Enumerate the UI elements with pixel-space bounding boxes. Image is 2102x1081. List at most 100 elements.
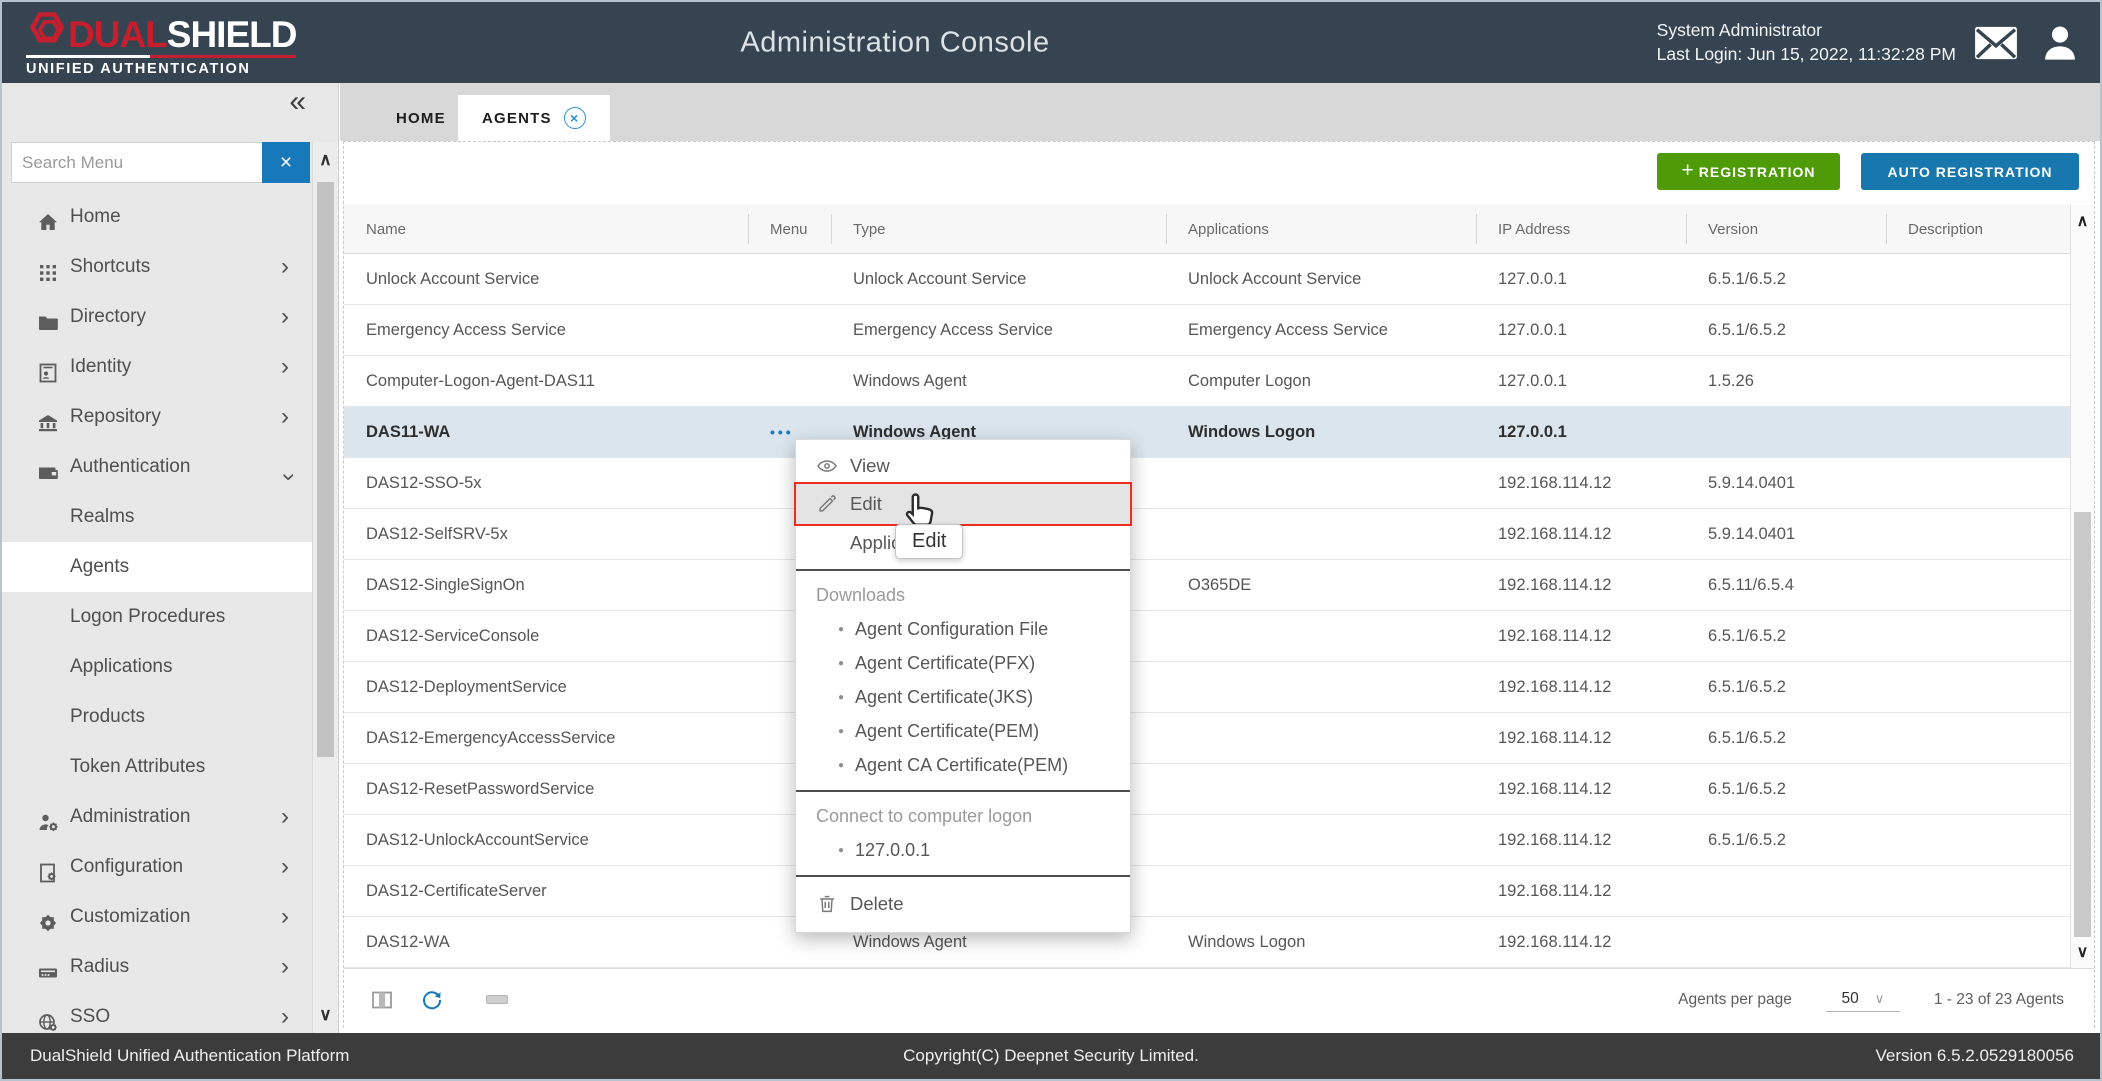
cell-applications: Computer Logon — [1166, 356, 1476, 406]
cell-ip: 127.0.0.1 — [1476, 356, 1686, 406]
plus-icon: + — [1681, 159, 1694, 183]
cell-description — [1886, 509, 2072, 559]
sidebar-item-home[interactable]: Home — [2, 192, 313, 242]
cell-name: DAS12-SelfSRV-5x — [344, 509, 748, 559]
table-row-das12-emergencyaccessservice[interactable]: DAS12-EmergencyAccessService192.168.114.… — [344, 713, 2072, 764]
sidebar-item-agents[interactable]: Agents — [2, 542, 313, 592]
column-header-version[interactable]: Version — [1686, 205, 1886, 253]
column-header-type[interactable]: Type — [831, 205, 1166, 253]
row-menu-dots-icon[interactable]: ••• — [770, 424, 794, 440]
cell-name: DAS12-SSO-5x — [344, 458, 748, 508]
table-row-das12-certificateserver[interactable]: DAS12-CertificateServer192.168.114.12 — [344, 866, 2072, 917]
auto-registration-button[interactable]: AUTO REGISTRATION — [1861, 153, 2079, 190]
table-scroll-down-icon[interactable]: ∨ — [2071, 942, 2094, 962]
search-clear-button[interactable]: × — [262, 142, 310, 183]
menu-item-127-0-0-1[interactable]: ●127.0.0.1 — [796, 833, 1130, 867]
app-header: DUALSHIELD UNIFIED AUTHENTICATION Admini… — [2, 2, 2100, 83]
tab-label: AGENTS — [482, 110, 552, 127]
tab-agents[interactable]: AGENTS × — [458, 95, 610, 141]
table-row-das12-serviceconsole[interactable]: DAS12-ServiceConsole192.168.114.126.5.1/… — [344, 611, 2072, 662]
table-row-das12-unlockaccountservice[interactable]: DAS12-UnlockAccountService192.168.114.12… — [344, 815, 2072, 866]
menu-item-agent-ca-certificate-pem[interactable]: ●Agent CA Certificate(PEM) — [796, 748, 1130, 782]
cell-applications: Unlock Account Service — [1166, 254, 1476, 304]
sidebar-item-customization[interactable]: Customization› — [2, 892, 313, 942]
cell-name: DAS12-CertificateServer — [344, 866, 748, 916]
sidebar-item-identity[interactable]: Identity› — [2, 342, 313, 392]
table-row-computer-logon-agent-das11[interactable]: Computer-Logon-Agent-DAS11Windows AgentC… — [344, 356, 2072, 407]
menu-item-agent-configuration-file[interactable]: ●Agent Configuration File — [796, 612, 1130, 646]
mail-icon[interactable] — [1972, 22, 2020, 64]
menu-item-delete[interactable]: Delete — [796, 885, 1130, 922]
cell-ip: 192.168.114.12 — [1476, 815, 1686, 865]
sidebar-item-repository[interactable]: Repository› — [2, 392, 313, 442]
sidebar-item-logon-procedures[interactable]: Logon Procedures — [2, 592, 313, 642]
sidebar-item-label: Administration — [70, 806, 190, 827]
sidebar-collapse-icon[interactable]: « — [289, 85, 306, 119]
cell-name: DAS12-EmergencyAccessService — [344, 713, 748, 763]
sidebar-item-authentication[interactable]: Authentication› — [2, 442, 313, 492]
sidebar: « × HomeShortcuts›Directory›Identity›Rep… — [2, 83, 339, 1033]
menu-item-view[interactable]: View — [796, 447, 1130, 484]
column-header-name[interactable]: Name — [344, 205, 748, 253]
cell-description — [1886, 713, 2072, 763]
registration-button[interactable]: + REGISTRATION — [1657, 153, 1840, 190]
cell-version: 1.5.26 — [1686, 356, 1886, 406]
close-icon[interactable]: × — [564, 107, 586, 129]
radius-icon — [36, 961, 60, 985]
column-header-ip-address[interactable]: IP Address — [1476, 205, 1686, 253]
sidebar-item-products[interactable]: Products — [2, 692, 313, 742]
cell-name: Unlock Account Service — [344, 254, 748, 304]
table-row-emergency-access-service[interactable]: Emergency Access ServiceEmergency Access… — [344, 305, 2072, 356]
column-header-description[interactable]: Description — [1886, 205, 2072, 253]
cell-applications: Windows Logon — [1166, 917, 1476, 967]
column-header-applications[interactable]: Applications — [1166, 205, 1476, 253]
refresh-icon[interactable] — [420, 988, 444, 1012]
menu-item-agent-certificate-jks[interactable]: ●Agent Certificate(JKS) — [796, 680, 1130, 714]
table-row-das12-selfsrv-5x[interactable]: DAS12-SelfSRV-5x192.168.114.125.9.14.040… — [344, 509, 2072, 560]
menu-divider — [796, 569, 1130, 571]
table-row-das12-sso-5x[interactable]: DAS12-SSO-5x192.168.114.125.9.14.0401 — [344, 458, 2072, 509]
sidebar-item-radius[interactable]: Radius› — [2, 942, 313, 992]
user-profile-icon[interactable] — [2036, 22, 2084, 64]
sidebar-item-realms[interactable]: Realms — [2, 492, 313, 542]
table-row-das11-wa[interactable]: DAS11-WA•••Windows AgentWindows Logon127… — [344, 407, 2072, 458]
cell-applications — [1166, 509, 1476, 559]
cell-description — [1886, 356, 2072, 406]
bullet-icon: ● — [838, 760, 844, 771]
menu-item-agent-certificate-pfx[interactable]: ●Agent Certificate(PFX) — [796, 646, 1130, 680]
table-scroll-thumb[interactable] — [2074, 512, 2091, 937]
scroll-down-icon[interactable]: ∨ — [313, 1005, 338, 1025]
table-scrollbar[interactable]: ∧ ∨ — [2070, 205, 2094, 968]
table-scroll-up-icon[interactable]: ∧ — [2071, 211, 2094, 231]
sidebar-item-administration[interactable]: Administration› — [2, 792, 313, 842]
sidebar-item-directory[interactable]: Directory› — [2, 292, 313, 342]
tooltip: Edit — [895, 524, 963, 559]
table-row-unlock-account-service[interactable]: Unlock Account Service Unlock Account Ser… — [344, 254, 2072, 305]
menu-item-agent-certificate-pem[interactable]: ●Agent Certificate(PEM) — [796, 714, 1130, 748]
sidebar-scrollbar[interactable]: ∧ ∨ — [312, 142, 338, 1033]
per-page-select[interactable]: 50 ∨ — [1826, 987, 1900, 1012]
sidebar-item-token-attributes[interactable]: Token Attributes — [2, 742, 313, 792]
search-input[interactable] — [11, 142, 262, 183]
table-row-das12-singlesignon[interactable]: DAS12-SingleSignOnO365DE192.168.114.126.… — [344, 560, 2072, 611]
column-header-menu[interactable]: Menu — [748, 205, 831, 253]
sidebar-item-applications[interactable]: Applications — [2, 642, 313, 692]
cell-description — [1886, 611, 2072, 661]
scroll-up-icon[interactable]: ∧ — [313, 150, 338, 170]
table-row-das12-resetpasswordservice[interactable]: DAS12-ResetPasswordService192.168.114.12… — [344, 764, 2072, 815]
per-page-label: Agents per page — [1678, 991, 1792, 1009]
app-footer: DualShield Unified Authentication Platfo… — [2, 1033, 2100, 1079]
table-row-das12-wa[interactable]: DAS12-WAWindows AgentWindows Logon192.16… — [344, 917, 2072, 968]
tab-home[interactable]: HOME — [372, 95, 470, 141]
sidebar-item-label: Radius — [70, 956, 129, 977]
footer-version: Version 6.5.2.0529180056 — [1875, 1046, 2074, 1066]
sidebar-item-sso[interactable]: SSO› — [2, 992, 313, 1033]
menu-item-edit[interactable]: Edit — [796, 484, 1130, 524]
sidebar-scroll-thumb[interactable] — [317, 182, 334, 757]
sidebar-item-shortcuts[interactable]: Shortcuts› — [2, 242, 313, 292]
brand-tagline: UNIFIED AUTHENTICATION — [26, 61, 296, 77]
table-row-das12-deploymentservice[interactable]: DAS12-DeploymentService192.168.114.126.5… — [344, 662, 2072, 713]
resize-handle[interactable] — [486, 995, 508, 1004]
columns-icon[interactable] — [370, 988, 394, 1012]
sidebar-item-configuration[interactable]: Configuration› — [2, 842, 313, 892]
